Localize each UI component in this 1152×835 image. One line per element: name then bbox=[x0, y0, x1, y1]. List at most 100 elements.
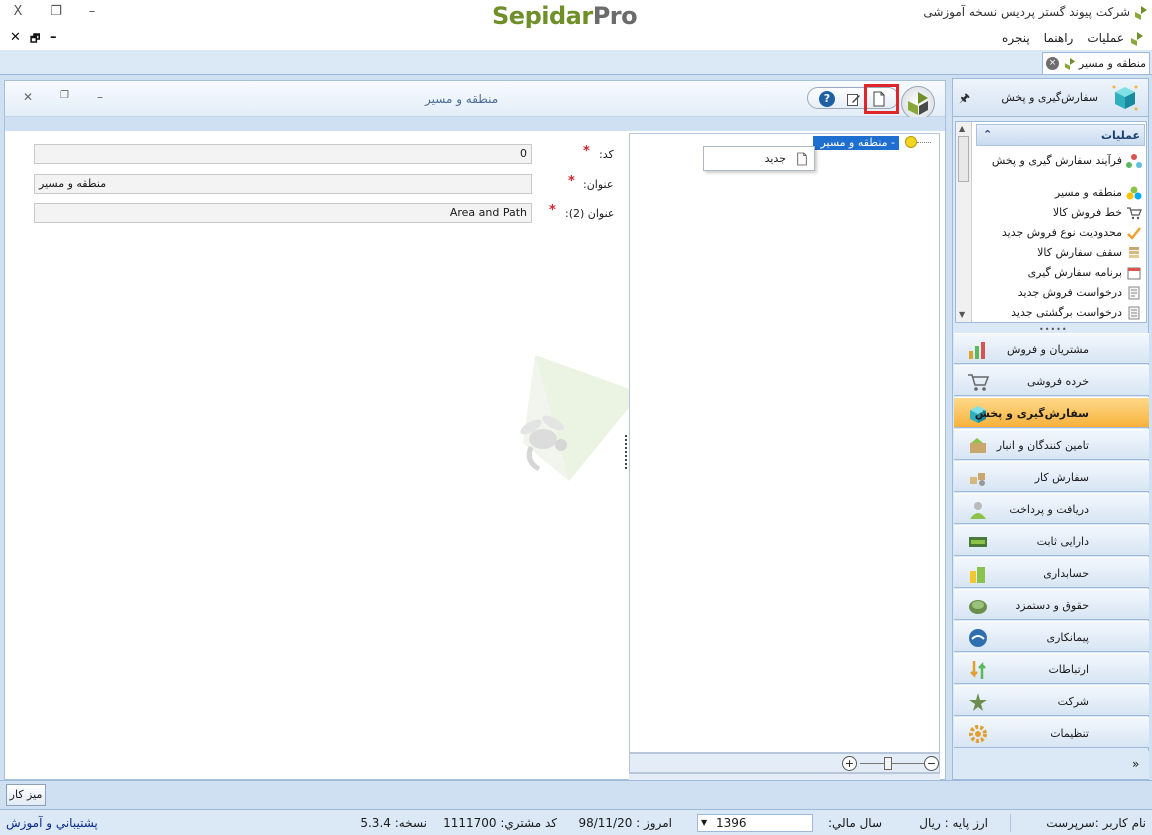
return-request-icon bbox=[1128, 306, 1140, 320]
desktop-button[interactable]: میز کار bbox=[6, 784, 46, 806]
module-order-distribution[interactable]: سفارش‌گیری و پخش bbox=[954, 397, 1149, 428]
op-new-sales-request[interactable]: درخواست فروش جدید bbox=[976, 286, 1144, 300]
form-title: منطقه و مسیر bbox=[425, 92, 499, 106]
status-version: نسخه: 5.3.4 bbox=[360, 816, 427, 830]
module-retail[interactable]: خرده فروشی bbox=[954, 365, 1149, 396]
watermark-logo bbox=[520, 355, 641, 481]
module-accounting[interactable]: حسابداری bbox=[954, 557, 1149, 588]
op-area-path[interactable]: منطقه و مسیر bbox=[976, 186, 1144, 200]
sepidar-logo-icon bbox=[1131, 32, 1143, 46]
module-customers-sales[interactable]: مشتریان و فروش bbox=[954, 333, 1149, 364]
accounting-icon bbox=[970, 567, 985, 583]
module-payroll[interactable]: حقوق و دستمزد bbox=[954, 589, 1149, 620]
op-sales-limit[interactable]: محدودیت نوع فروش جدید bbox=[976, 226, 1144, 240]
status-customer-code: کد مشتري: 1111700 bbox=[443, 816, 557, 830]
status-base-currency: ارز پایه : ريال bbox=[919, 816, 988, 830]
mdi-minimize-button[interactable]: – bbox=[50, 30, 57, 45]
menu-help[interactable]: راهنما bbox=[1044, 31, 1074, 45]
status-separator bbox=[1010, 814, 1011, 832]
status-bar: نام کاربر :سرپرست ارز پایه : ريال سال ما… bbox=[0, 809, 1152, 835]
module-suppliers-warehouse[interactable]: تامین کنندگان و انبار bbox=[954, 429, 1149, 460]
zoom-slider[interactable] bbox=[884, 757, 892, 770]
required-mark: * bbox=[583, 144, 590, 159]
form-header-strip bbox=[5, 117, 945, 131]
tree-node-bulb-icon bbox=[905, 136, 917, 148]
scroll-up-icon[interactable]: ▲ bbox=[959, 124, 965, 133]
menu-operations[interactable]: عملیات bbox=[1087, 31, 1124, 45]
form-close-button[interactable]: ✕ bbox=[23, 90, 33, 104]
tree-root-node[interactable]: - منطقه و مسیر bbox=[813, 136, 899, 150]
area-path-tree: - منطقه و مسیر جدید bbox=[629, 133, 940, 753]
scroll-thumb[interactable] bbox=[958, 136, 969, 182]
op-order-schedule[interactable]: برنامه سفارش گیری bbox=[976, 266, 1144, 280]
title-field[interactable]: منطقه و مسیر bbox=[34, 174, 532, 194]
required-mark: * bbox=[549, 203, 556, 218]
window-restore-button[interactable]: ❐ bbox=[46, 4, 66, 19]
module-fixed-assets[interactable]: دارایی ثابت bbox=[954, 525, 1149, 556]
op-label: خط فروش کالا bbox=[1052, 206, 1122, 219]
splitter-handle[interactable] bbox=[625, 435, 628, 469]
operations-header[interactable]: ⌃ عملیات bbox=[976, 124, 1145, 146]
payment-icon bbox=[970, 502, 986, 519]
module-label: ارتباطات bbox=[1048, 663, 1089, 676]
title-bar: X ❐ – SepidarPro شرکت پیوند گستر پردیس ن… bbox=[0, 0, 1152, 30]
document-tab-close-button[interactable]: × bbox=[1046, 57, 1059, 70]
module-label: حقوق و دستمزد bbox=[1015, 599, 1089, 612]
fiscal-year-value: 1396 bbox=[716, 816, 747, 830]
mdi-close-button[interactable]: ✕ bbox=[10, 30, 21, 45]
op-label: منطقه و مسیر bbox=[1054, 186, 1122, 199]
configure-buttons-icon[interactable]: » bbox=[1132, 757, 1139, 771]
operations-title: عملیات bbox=[1100, 129, 1140, 142]
module-label: پیمانکاری bbox=[1046, 631, 1089, 644]
document-tab-label: منطقه و مسیر bbox=[1078, 57, 1146, 70]
op-sales-line[interactable]: خط فروش کالا bbox=[976, 206, 1144, 220]
edit-button[interactable] bbox=[844, 90, 862, 108]
support-link[interactable]: پشتيباني و آموزش bbox=[6, 816, 98, 830]
fiscal-year-select[interactable]: ▼ 1396 bbox=[697, 814, 813, 832]
navigator-header: 🖈 سفارش‌گیری و پخش bbox=[953, 79, 1148, 117]
code-field[interactable]: 0 bbox=[34, 144, 532, 164]
window-minimize-button[interactable]: – bbox=[82, 4, 102, 19]
module-label: دارایی ثابت bbox=[1036, 535, 1089, 548]
module-contracting[interactable]: پیمانکاری bbox=[954, 621, 1149, 652]
navigation-pane: 🖈 سفارش‌گیری و پخش ▲ ▼ ⌃ عملیات فرآیند س… bbox=[952, 78, 1149, 780]
form-minimize-button[interactable]: – bbox=[97, 90, 103, 104]
op-label: برنامه سفارش گیری bbox=[1027, 266, 1122, 279]
chevron-down-icon: ▼ bbox=[701, 818, 708, 827]
status-username: نام کاربر :سرپرست bbox=[1046, 816, 1146, 830]
navigator-footer: » bbox=[954, 751, 1149, 779]
warehouse-icon bbox=[970, 438, 986, 453]
payroll-icon bbox=[969, 600, 987, 614]
module-settings[interactable]: تنظیمات bbox=[954, 717, 1149, 748]
mdi-restore-button[interactable]: 🗗 bbox=[30, 30, 40, 49]
new-button-highlight bbox=[864, 84, 899, 114]
help-button[interactable]: ? bbox=[818, 90, 836, 108]
module-label: مشتریان و فروش bbox=[1007, 343, 1089, 356]
form-fields-area: 0 * کد: منطقه و مسیر * عنوان: Area and P… bbox=[5, 131, 641, 779]
module-label: سفارش‌گیری و پخش bbox=[974, 407, 1089, 420]
document-tab-area-path[interactable]: منطقه و مسیر × bbox=[1042, 52, 1150, 74]
context-menu-new-item[interactable]: جدید bbox=[765, 152, 786, 165]
module-communications[interactable]: ارتباطات bbox=[954, 653, 1149, 684]
module-work-order[interactable]: سفارش کار bbox=[954, 461, 1149, 492]
zoom-in-button[interactable]: + bbox=[842, 756, 857, 771]
window-close-button[interactable]: X bbox=[8, 4, 28, 19]
scroll-down-icon[interactable]: ▼ bbox=[959, 310, 965, 319]
operations-scrollbar[interactable]: ▲ ▼ bbox=[956, 122, 972, 322]
pin-icon[interactable]: 🖈 bbox=[959, 89, 970, 110]
op-new-return-request[interactable]: درخواست برگشتی جدید bbox=[976, 306, 1144, 320]
module-company[interactable]: شرکت bbox=[954, 685, 1149, 716]
op-process[interactable]: فرآیند سفارش گیری و پخش bbox=[976, 154, 1144, 168]
module-receive-pay[interactable]: دریافت و پرداخت bbox=[954, 493, 1149, 524]
tree-zoom-bar: + − bbox=[629, 753, 940, 773]
collapse-icon[interactable]: ⌃ bbox=[983, 128, 992, 141]
module-label: شرکت bbox=[1057, 695, 1089, 708]
form-restore-button[interactable]: ❐ bbox=[60, 90, 69, 101]
zoom-out-button[interactable]: − bbox=[924, 756, 939, 771]
document-tab-bar: منطقه و مسیر × bbox=[0, 50, 1152, 75]
context-menu: جدید bbox=[703, 146, 815, 171]
app-title: شرکت پیوند گستر پردیس نسخه آموزشی bbox=[923, 5, 1130, 19]
op-order-ceiling[interactable]: سقف سفارش کالا bbox=[976, 246, 1144, 260]
title2-field[interactable]: Area and Path bbox=[34, 203, 532, 223]
menu-window[interactable]: پنجره bbox=[1002, 31, 1030, 45]
